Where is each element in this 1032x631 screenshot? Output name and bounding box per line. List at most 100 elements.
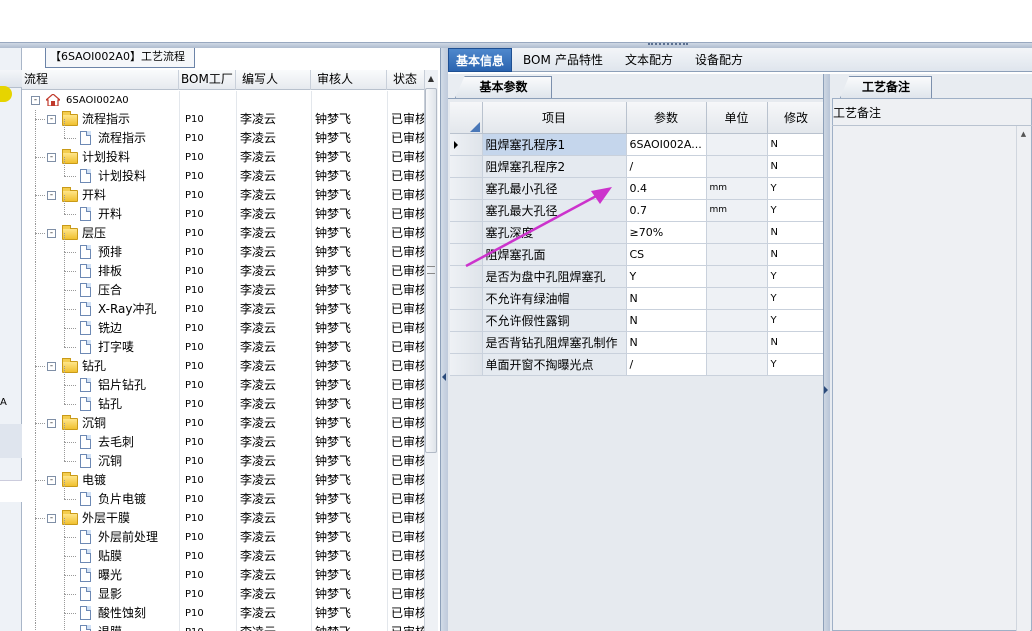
param-value-cell[interactable]: N: [626, 309, 707, 332]
row-header[interactable]: [450, 133, 483, 156]
tree-row[interactable]: - 开料 P10 李凌云 钟梦飞 已审核: [22, 186, 424, 205]
splitter-grip[interactable]: [648, 43, 688, 47]
tree-row[interactable]: 去毛刺 P10 李凌云 钟梦飞 已审核: [22, 423, 424, 452]
grid-row[interactable]: 不允许假性露铜 N Y: [450, 309, 826, 332]
tab-main-0[interactable]: 基本信息: [448, 48, 513, 72]
param-item-cell[interactable]: 不允许有绿油帽: [482, 287, 627, 310]
tree-expander-icon[interactable]: -: [47, 153, 56, 162]
param-unit-cell[interactable]: [706, 353, 768, 376]
row-header[interactable]: [450, 331, 483, 354]
grid-header-modify[interactable]: 修改: [767, 102, 826, 134]
tree-expander-icon[interactable]: -: [31, 96, 40, 105]
tree-row[interactable]: 预排 P10 李凌云 钟梦飞 已审核: [22, 233, 424, 262]
tree-row[interactable]: 压合 P10 李凌云 钟梦飞 已审核: [22, 271, 424, 300]
tree-row[interactable]: 贴膜 P10 李凌云 钟梦飞 已审核: [22, 537, 424, 566]
param-value-cell[interactable]: ≥70%: [626, 221, 707, 244]
column-header-bom-factory[interactable]: BOM工厂: [179, 70, 236, 90]
param-unit-cell[interactable]: [706, 133, 768, 156]
collapse-arrow-icon[interactable]: [442, 373, 446, 381]
tree-row[interactable]: 退膜 P10 李凌云钟梦飞已审核: [22, 613, 424, 631]
param-value-cell[interactable]: 6SAOI002A...: [626, 133, 707, 156]
param-unit-cell[interactable]: [706, 331, 768, 354]
param-modify-cell[interactable]: N: [767, 155, 826, 178]
tree-row[interactable]: 外层前处理 P10 李凌云 钟梦飞 已审核: [22, 518, 424, 547]
tree-row[interactable]: 沉铜 P10 李凌云 钟梦飞 已审核: [22, 442, 424, 471]
param-modify-cell[interactable]: N: [767, 331, 826, 354]
grid-row[interactable]: 单面开窗不掏曝光点 / Y: [450, 353, 826, 376]
param-unit-cell[interactable]: [706, 265, 768, 288]
column-header-reviewer[interactable]: 审核人: [311, 70, 387, 90]
param-value-cell[interactable]: N: [626, 287, 707, 310]
tree-row[interactable]: 流程指示 P10 李凌云 钟梦飞 已审核: [22, 119, 424, 148]
tree-row[interactable]: 酸性蚀刻 P10 李凌云 钟梦飞 已审核: [22, 594, 424, 623]
grid-row[interactable]: 阻焊塞孔程序1 6SAOI002A... N: [450, 133, 826, 156]
param-value-cell[interactable]: 0.7: [626, 199, 707, 222]
tree-expander-icon[interactable]: -: [47, 476, 56, 485]
param-modify-cell[interactable]: Y: [767, 177, 826, 200]
param-unit-cell[interactable]: [706, 287, 768, 310]
tree-row[interactable]: - 钻孔 P10 李凌云 钟梦飞 已审核: [22, 357, 424, 376]
param-value-cell[interactable]: Y: [626, 265, 707, 288]
expand-arrow-icon[interactable]: [824, 386, 828, 394]
grid-row[interactable]: 阻焊塞孔程序2/ N: [450, 155, 826, 178]
tree-row[interactable]: - 外层干膜 P10 李凌云 钟梦飞 已审核: [22, 509, 424, 528]
tree-row[interactable]: 开料 P10 李凌云 钟梦飞 已审核: [22, 195, 424, 224]
grid-header-unit[interactable]: 单位: [706, 102, 768, 134]
tree-row[interactable]: 铝片钻孔 P10 李凌云 钟梦飞 已审核: [22, 366, 424, 395]
scroll-up-arrow-icon[interactable]: ▲: [425, 71, 437, 87]
tree-expander-icon[interactable]: -: [47, 419, 56, 428]
tab-main-3[interactable]: 文本配方: [618, 48, 680, 72]
grid-header-item[interactable]: 项目: [482, 102, 627, 134]
param-modify-cell[interactable]: Y: [767, 309, 826, 332]
tree-panel-tab[interactable]: 【6SAOI002A0】工艺流程: [45, 48, 195, 68]
tree-row[interactable]: 打字唛 P10 李凌云 钟梦飞 已审核: [22, 328, 424, 357]
param-value-cell[interactable]: CS: [626, 243, 707, 266]
column-header-process[interactable]: 流程: [22, 70, 179, 90]
left-panel-selected-item[interactable]: [0, 424, 22, 458]
param-unit-cell[interactable]: [706, 309, 768, 332]
param-modify-cell[interactable]: Y: [767, 199, 826, 222]
tab-process-notes[interactable]: 工艺备注: [840, 76, 932, 98]
row-header[interactable]: [450, 155, 483, 178]
tab-main-4[interactable]: 设备配方: [688, 48, 750, 72]
param-value-cell[interactable]: /: [626, 353, 707, 376]
param-unit-cell[interactable]: [706, 221, 768, 244]
param-item-cell[interactable]: 是否背钻孔阻焊塞孔制作: [482, 331, 627, 354]
tree-row[interactable]: 排板 P10 李凌云 钟梦飞 已审核: [22, 252, 424, 281]
param-modify-cell[interactable]: N: [767, 133, 826, 156]
param-modify-cell[interactable]: Y: [767, 353, 826, 376]
param-modify-cell[interactable]: N: [767, 243, 826, 266]
param-unit-cell[interactable]: [706, 243, 768, 266]
tree-row[interactable]: X-Ray冲孔 P10 李凌云 钟梦飞 已审核: [22, 290, 424, 319]
tree-row[interactable]: - 沉铜 P10 李凌云 钟梦飞 已审核: [22, 414, 424, 433]
tree-expander-icon[interactable]: -: [47, 514, 56, 523]
param-item-cell[interactable]: 单面开窗不掏曝光点: [482, 353, 627, 376]
param-modify-cell[interactable]: N: [767, 221, 826, 244]
tree-expander-icon[interactable]: -: [47, 362, 56, 371]
tree-row[interactable]: - 电镀 P10 李凌云 钟梦飞 已审核: [22, 471, 424, 490]
notes-scroll-up-icon[interactable]: ▲: [1017, 130, 1030, 138]
param-item-cell[interactable]: 阻焊塞孔程序2: [482, 155, 627, 178]
row-header[interactable]: [450, 309, 483, 332]
vertical-splitter[interactable]: [440, 48, 448, 631]
tree-row[interactable]: - 流程指示 P10 李凌云 钟梦飞 已审核: [22, 110, 424, 129]
tree-row[interactable]: 钻孔 P10 李凌云 钟梦飞 已审核: [22, 385, 424, 414]
tree-row[interactable]: 计划投料 P10 李凌云 钟梦飞 已审核: [22, 157, 424, 186]
param-unit-cell[interactable]: mm: [706, 199, 768, 222]
param-modify-cell[interactable]: Y: [767, 287, 826, 310]
grid-corner[interactable]: [450, 102, 483, 134]
tree-expander-icon[interactable]: -: [47, 115, 56, 124]
param-unit-cell[interactable]: [706, 155, 768, 178]
tree-row[interactable]: 显影 P10 李凌云 钟梦飞 已审核: [22, 575, 424, 604]
tree-row[interactable]: 曝光 P10 李凌云 钟梦飞 已审核: [22, 556, 424, 585]
grid-row[interactable]: 是否背钻孔阻焊塞孔制作 N N: [450, 331, 826, 354]
param-unit-cell[interactable]: mm: [706, 177, 768, 200]
left-panel-item[interactable]: [0, 480, 22, 502]
param-item-cell[interactable]: 阻焊塞孔程序1: [482, 133, 627, 156]
param-item-cell[interactable]: 不允许假性露铜: [482, 309, 627, 332]
notes-splitter[interactable]: [823, 74, 830, 631]
param-value-cell[interactable]: 0.4: [626, 177, 707, 200]
tab-basic-params[interactable]: 基本参数: [455, 76, 552, 98]
tree-row[interactable]: 铣边 P10 李凌云 钟梦飞 已审核: [22, 309, 424, 338]
notes-scrollbar[interactable]: ▲: [1016, 126, 1030, 631]
